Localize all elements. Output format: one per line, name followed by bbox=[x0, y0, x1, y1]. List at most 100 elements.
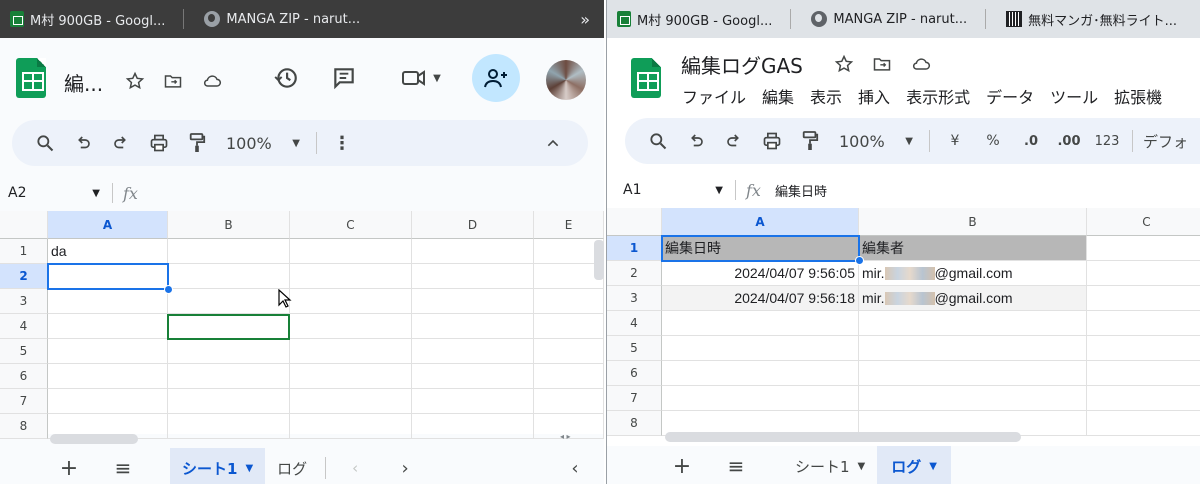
formula-input[interactable]: 編集日時 bbox=[775, 181, 827, 200]
menu-item[interactable]: 表示 bbox=[810, 84, 842, 108]
sheet-tab-シート1[interactable]: シート1 ▼ bbox=[783, 446, 877, 484]
row-header-7[interactable]: 7 bbox=[607, 386, 662, 411]
meet-call-icon[interactable]: ▼ bbox=[394, 64, 448, 92]
browser-tab[interactable]: 無料マンガ･無料ライト... bbox=[996, 0, 1187, 38]
cell-E4[interactable] bbox=[534, 314, 604, 339]
corner-cell[interactable] bbox=[0, 211, 48, 239]
menu-item[interactable]: 挿入 bbox=[858, 84, 890, 108]
cell-A1[interactable]: 編集日時 bbox=[662, 236, 859, 261]
redo-icon[interactable] bbox=[719, 126, 749, 156]
cell-C8[interactable] bbox=[290, 414, 412, 439]
cell-C6[interactable] bbox=[290, 364, 412, 389]
cell-A3[interactable] bbox=[48, 289, 168, 314]
row-header-3[interactable]: 3 bbox=[607, 286, 662, 311]
cell-C7[interactable] bbox=[1087, 386, 1200, 411]
column-header-E[interactable]: E bbox=[534, 211, 604, 239]
cell-C5[interactable] bbox=[1087, 336, 1200, 361]
cell-A7[interactable] bbox=[48, 389, 168, 414]
cell-B6[interactable] bbox=[859, 361, 1087, 386]
cell-D5[interactable] bbox=[412, 339, 534, 364]
cell-C1[interactable] bbox=[290, 239, 412, 264]
row-header-6[interactable]: 6 bbox=[0, 364, 48, 389]
vertical-scrollbar[interactable] bbox=[594, 240, 604, 280]
cell-D7[interactable] bbox=[412, 389, 534, 414]
row-header-5[interactable]: 5 bbox=[607, 336, 662, 361]
cell-A4[interactable] bbox=[662, 311, 859, 336]
menu-item[interactable]: 編集 bbox=[762, 84, 794, 108]
cell-A6[interactable] bbox=[48, 364, 168, 389]
cell-C5[interactable] bbox=[290, 339, 412, 364]
cell-C6[interactable] bbox=[1087, 361, 1200, 386]
cell-C1[interactable] bbox=[1087, 236, 1200, 261]
browser-tab[interactable]: MANGA ZIP - narut... bbox=[801, 0, 996, 38]
column-header-A[interactable]: A bbox=[48, 211, 168, 239]
paint-format-icon[interactable] bbox=[182, 128, 212, 158]
collapse-menus-icon[interactable] bbox=[538, 128, 568, 158]
cell-B3[interactable]: mir. @gmail.com bbox=[859, 286, 1087, 311]
row-header-4[interactable]: 4 bbox=[607, 311, 662, 336]
cell-C2[interactable] bbox=[1087, 261, 1200, 286]
menu-item[interactable]: ファイル bbox=[682, 84, 746, 108]
sheet-tab-シート1[interactable]: シート1 ▼ bbox=[170, 448, 266, 484]
sheets-logo-icon[interactable] bbox=[16, 58, 46, 98]
avatar[interactable] bbox=[546, 60, 586, 100]
move-folder-icon[interactable] bbox=[162, 70, 184, 92]
paint-format-icon[interactable] bbox=[795, 126, 825, 156]
move-folder-icon[interactable] bbox=[871, 53, 893, 75]
number-format-button[interactable]: 123 bbox=[1092, 126, 1122, 156]
cell-C7[interactable] bbox=[290, 389, 412, 414]
cell-C2[interactable] bbox=[290, 264, 412, 289]
cell-C4[interactable] bbox=[1087, 311, 1200, 336]
doc-title[interactable]: 編... bbox=[64, 68, 103, 97]
font-select[interactable]: デフォ bbox=[1143, 126, 1188, 156]
scroll-left-icon[interactable]: ‹ bbox=[340, 453, 370, 483]
currency-format-button[interactable]: ¥ bbox=[940, 126, 970, 156]
more-options-icon[interactable]: ⋮ bbox=[327, 128, 357, 158]
name-box[interactable]: A2 ▼ bbox=[0, 185, 112, 201]
row-header-6[interactable]: 6 bbox=[607, 361, 662, 386]
cell-D1[interactable] bbox=[412, 239, 534, 264]
row-header-3[interactable]: 3 bbox=[0, 289, 48, 314]
cloud-status-icon[interactable] bbox=[200, 70, 224, 92]
cell-B2[interactable]: mir. @gmail.com bbox=[859, 261, 1087, 286]
formula-input[interactable] bbox=[152, 183, 604, 203]
horizontal-scrollbar[interactable] bbox=[50, 434, 138, 444]
star-icon[interactable] bbox=[124, 70, 146, 92]
row-header-4[interactable]: 4 bbox=[0, 314, 48, 339]
cell-B4[interactable] bbox=[859, 311, 1087, 336]
horizontal-scrollbar[interactable] bbox=[665, 432, 1021, 442]
column-header-A[interactable]: A bbox=[662, 208, 859, 236]
add-sheet-icon[interactable]: + bbox=[667, 451, 697, 481]
cell-D3[interactable] bbox=[412, 289, 534, 314]
cell-D8[interactable] bbox=[412, 414, 534, 439]
row-header-8[interactable]: 8 bbox=[0, 414, 48, 439]
search-menus-icon[interactable] bbox=[643, 126, 673, 156]
all-sheets-menu-icon[interactable]: ≡ bbox=[108, 453, 138, 483]
browser-tab[interactable]: M村 900GB - Googl... bbox=[607, 0, 801, 38]
menu-item[interactable]: 表示形式 bbox=[906, 84, 970, 108]
cell-D2[interactable] bbox=[412, 264, 534, 289]
row-header-1[interactable]: 1 bbox=[0, 239, 48, 264]
cell-A7[interactable] bbox=[662, 386, 859, 411]
version-history-icon[interactable] bbox=[272, 64, 300, 92]
undo-icon[interactable] bbox=[681, 126, 711, 156]
undo-icon[interactable] bbox=[68, 128, 98, 158]
cell-A2[interactable] bbox=[48, 264, 168, 289]
share-add-person-icon[interactable] bbox=[472, 54, 520, 102]
name-box[interactable]: A1 ▼ bbox=[607, 182, 735, 198]
cell-E7[interactable] bbox=[534, 389, 604, 414]
add-sheet-icon[interactable]: + bbox=[54, 453, 84, 483]
cell-B6[interactable] bbox=[168, 364, 290, 389]
cell-E6[interactable] bbox=[534, 364, 604, 389]
menu-item[interactable]: データ bbox=[986, 84, 1034, 108]
cell-A5[interactable] bbox=[48, 339, 168, 364]
cell-C4[interactable] bbox=[290, 314, 412, 339]
column-header-D[interactable]: D bbox=[412, 211, 534, 239]
sheets-logo-icon[interactable] bbox=[631, 58, 661, 98]
cell-B3[interactable] bbox=[168, 289, 290, 314]
browser-tab[interactable]: MANGA ZIP - narut... bbox=[194, 0, 370, 38]
cell-B1[interactable]: 編集者 bbox=[859, 236, 1087, 261]
sheet-tab-ログ[interactable]: ログ bbox=[265, 448, 319, 484]
explore-collapse-icon[interactable]: ‹ bbox=[560, 453, 590, 483]
sheet-grid[interactable]: A B C D E 1 da 2 3 4 5 6 7 8 bbox=[0, 211, 604, 439]
